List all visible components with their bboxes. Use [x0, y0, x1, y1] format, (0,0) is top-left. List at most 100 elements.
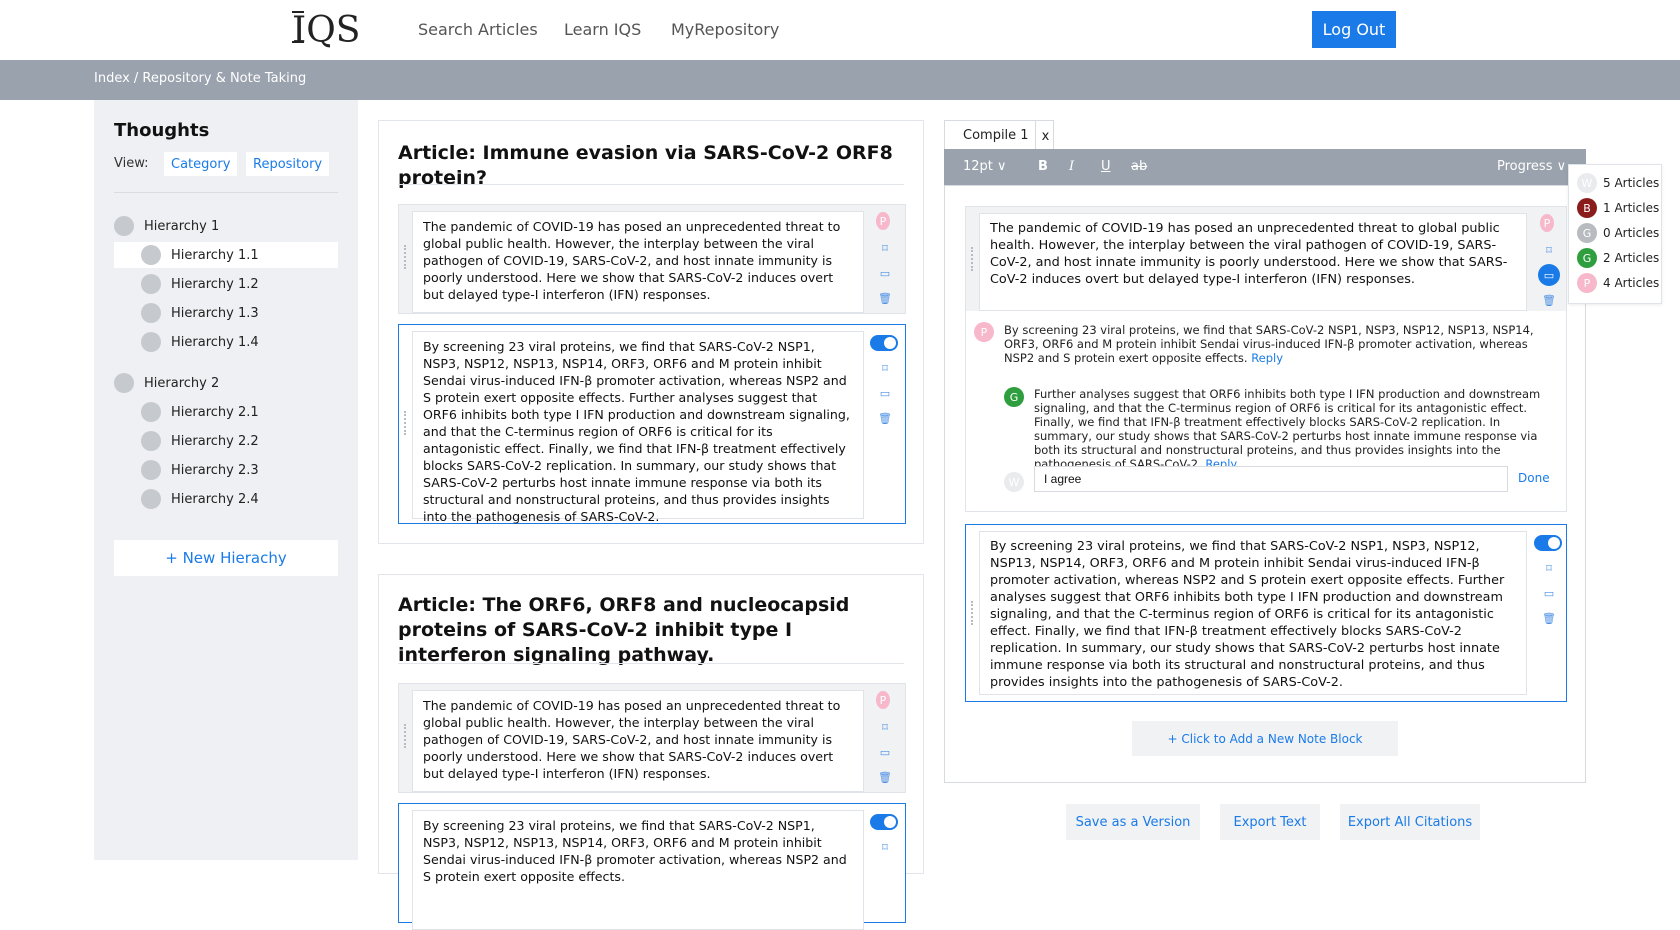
hierarchy-dot-icon: [141, 332, 161, 352]
note-block-selected[interactable]: By screening 23 viral proteins, we find …: [965, 524, 1567, 702]
include-toggle[interactable]: [870, 814, 898, 830]
comment-icon[interactable]: ▭: [878, 266, 892, 280]
comment-icon-active[interactable]: ▭: [1538, 264, 1560, 286]
progress-dropdown[interactable]: Progress ∨: [1497, 159, 1566, 174]
include-toggle[interactable]: [870, 335, 898, 351]
divider: [398, 663, 904, 664]
drag-handle-icon[interactable]: [404, 411, 407, 435]
note-text[interactable]: By screening 23 viral proteins, we find …: [412, 810, 864, 930]
font-size-select[interactable]: 12pt ∨: [963, 159, 1007, 174]
hierarchy-dot-icon: [141, 245, 161, 265]
editor-toolbar: 12pt ∨ B I U ab Progress ∨: [944, 149, 1586, 185]
hierarchy-dot-icon: [114, 373, 134, 393]
drag-handle-icon[interactable]: [404, 724, 407, 748]
include-toggle[interactable]: [1534, 535, 1562, 551]
hierarchy-dot-icon: [141, 303, 161, 323]
trash-icon[interactable]: 🗑︎: [878, 291, 892, 305]
hierarchy-2[interactable]: Hierarchy 2: [114, 370, 219, 396]
export-citations-button[interactable]: Export All Citations: [1340, 804, 1480, 840]
reply-input[interactable]: [1034, 466, 1508, 492]
nav-my-repository[interactable]: MyRepository: [671, 20, 779, 39]
note-text[interactable]: The pandemic of COVID-19 has posed an un…: [412, 690, 864, 792]
drag-handle-icon[interactable]: [404, 245, 407, 269]
legend-item: P4 Articles: [1577, 273, 1659, 293]
italic-button[interactable]: I: [1069, 159, 1074, 174]
note-text[interactable]: By screening 23 viral proteins, we find …: [979, 531, 1527, 695]
hierarchy-2-3[interactable]: Hierarchy 2.3: [141, 457, 259, 483]
trash-icon[interactable]: 🗑︎: [878, 770, 892, 784]
sidebar-title: Thoughts: [114, 120, 210, 141]
strikethrough-button[interactable]: ab: [1131, 159, 1147, 174]
hierarchy-1-2[interactable]: Hierarchy 1.2: [141, 271, 259, 297]
trash-icon[interactable]: 🗑︎: [878, 411, 892, 425]
comment-icon[interactable]: ▭: [1542, 586, 1556, 600]
tab-compile-1[interactable]: Compile 1 x: [944, 120, 1055, 151]
bookmark-icon[interactable]: ⌑: [1542, 243, 1556, 257]
hierarchy-1-1[interactable]: Hierarchy 1.1: [114, 242, 338, 268]
drag-handle-icon[interactable]: [971, 247, 974, 271]
hierarchy-dot-icon: [114, 216, 134, 236]
breadcrumb-bar: Index / Repository & Note Taking: [0, 60, 1680, 100]
hierarchy-dot-icon: [141, 431, 161, 451]
note-block[interactable]: The pandemic of COVID-19 has posed an un…: [398, 683, 906, 793]
comment-icon[interactable]: ▭: [878, 386, 892, 400]
bookmark-icon[interactable]: ⌑: [878, 361, 892, 375]
comment-icon[interactable]: ▭: [878, 745, 892, 759]
iqs-logo[interactable]: IQS: [292, 8, 368, 54]
hierarchy-1-3[interactable]: Hierarchy 1.3: [141, 300, 259, 326]
export-text-button[interactable]: Export Text: [1220, 804, 1320, 840]
drag-handle-icon[interactable]: [971, 601, 974, 625]
note-block-selected[interactable]: By screening 23 viral proteins, we find …: [398, 803, 906, 930]
hierarchy-2-4[interactable]: Hierarchy 2.4: [141, 486, 259, 512]
save-version-button[interactable]: Save as a Version: [1066, 804, 1200, 840]
note-text[interactable]: The pandemic of COVID-19 has posed an un…: [412, 211, 864, 313]
bookmark-icon[interactable]: ⌑: [1542, 561, 1556, 575]
collaborator-legend: W5 Articles B1 Articles G0 Articles G2 A…: [1568, 164, 1662, 304]
bookmark-icon[interactable]: ⌑: [878, 241, 892, 255]
bookmark-icon[interactable]: ⌑: [878, 720, 892, 734]
note-text[interactable]: The pandemic of COVID-19 has posed an un…: [979, 213, 1527, 311]
comment-reply: Further analyses suggest that ORF6 inhib…: [1034, 387, 1541, 471]
current-user-avatar: W: [1004, 472, 1024, 492]
add-note-block-button[interactable]: + Click to Add a New Note Block: [1132, 721, 1398, 756]
author-avatar: P: [876, 691, 890, 709]
done-button[interactable]: Done: [1518, 471, 1550, 485]
trash-icon[interactable]: 🗑︎: [1542, 293, 1556, 307]
view-label: View:: [114, 156, 149, 171]
legend-item: G2 Articles: [1577, 248, 1659, 268]
commenter-avatar: G: [1004, 387, 1024, 407]
bookmark-icon[interactable]: ⌑: [878, 840, 892, 854]
thoughts-sidebar: Thoughts View: Category Repository Hiera…: [94, 100, 358, 860]
note-block[interactable]: The pandemic of COVID-19 has posed an un…: [398, 204, 906, 314]
nav-learn-iqs[interactable]: Learn IQS: [564, 20, 641, 39]
author-avatar: P: [876, 212, 890, 230]
hierarchy-1[interactable]: Hierarchy 1: [114, 213, 219, 239]
logout-button[interactable]: Log Out: [1312, 11, 1396, 48]
note-text[interactable]: By screening 23 viral proteins, we find …: [412, 331, 864, 524]
new-hierarchy-button[interactable]: + New Hierachy: [114, 540, 338, 576]
reply-link[interactable]: Reply: [1251, 351, 1283, 365]
commenter-avatar: P: [974, 322, 994, 342]
breadcrumb: Index / Repository & Note Taking: [94, 71, 307, 86]
underline-button[interactable]: U: [1101, 159, 1111, 174]
note-block-selected[interactable]: By screening 23 viral proteins, we find …: [398, 324, 906, 524]
hierarchy-2-2[interactable]: Hierarchy 2.2: [141, 428, 259, 454]
divider: [398, 184, 904, 185]
view-category-button[interactable]: Category: [164, 152, 238, 176]
view-repository-button[interactable]: Repository: [246, 152, 330, 176]
close-tab-icon[interactable]: x: [1035, 121, 1055, 151]
legend-item: W5 Articles: [1577, 173, 1659, 193]
divider: [114, 192, 338, 193]
hierarchy-2-1[interactable]: Hierarchy 2.1: [141, 399, 259, 425]
legend-item: G0 Articles: [1577, 223, 1659, 243]
nav-search-articles[interactable]: Search Articles: [418, 20, 538, 39]
article-card: Article: The ORF6, ORF8 and nucleocapsid…: [378, 574, 924, 930]
legend-item: B1 Articles: [1577, 198, 1659, 218]
hierarchy-dot-icon: [141, 274, 161, 294]
trash-icon[interactable]: 🗑︎: [1542, 611, 1556, 625]
bold-button[interactable]: B: [1038, 159, 1048, 174]
comment: By screening 23 viral proteins, we find …: [1004, 323, 1534, 365]
hierarchy-dot-icon: [141, 489, 161, 509]
svg-text:IQS: IQS: [292, 10, 360, 51]
hierarchy-1-4[interactable]: Hierarchy 1.4: [141, 329, 259, 355]
